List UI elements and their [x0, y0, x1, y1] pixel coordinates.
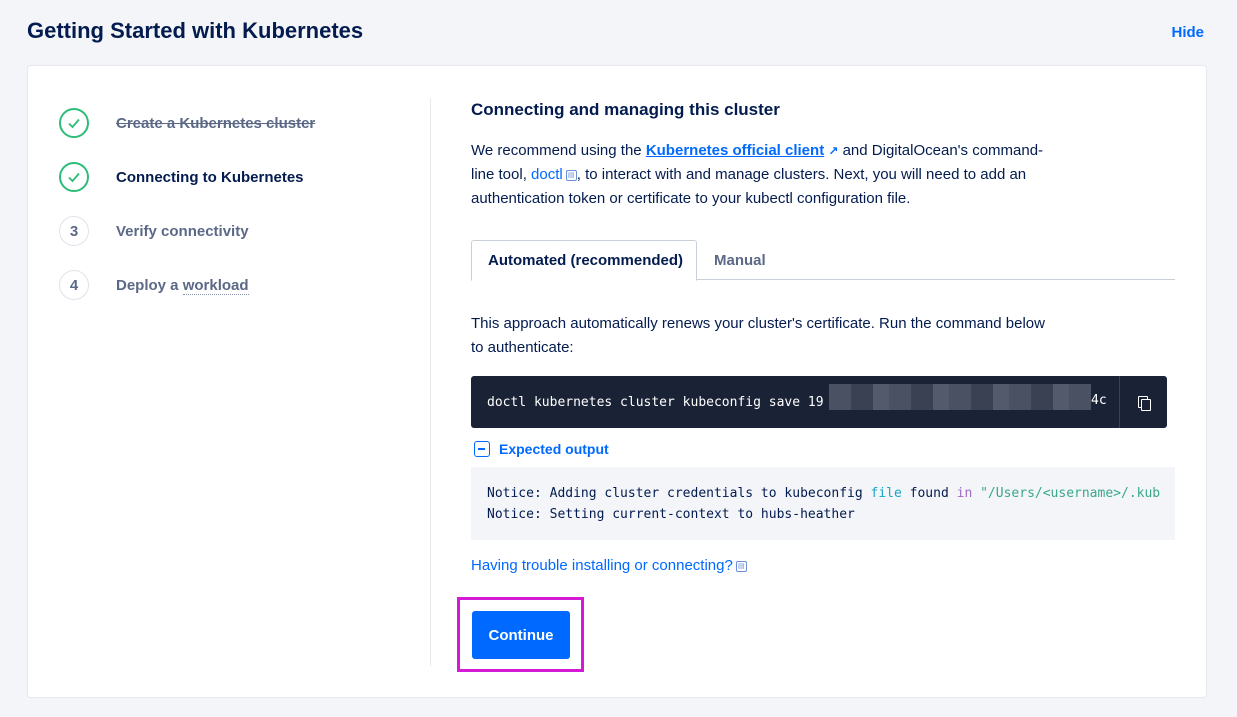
section-title: Connecting and managing this cluster: [471, 100, 780, 119]
copy-button[interactable]: [1119, 376, 1167, 428]
getting-started-card: Create a Kubernetes cluster Connecting t…: [27, 65, 1207, 698]
docs-icon: ▤: [735, 560, 747, 572]
expected-output-toggle[interactable]: Expected output: [474, 441, 609, 457]
output-line-2: Notice: Setting current-context to hubs-…: [487, 507, 855, 522]
step-number: 4: [59, 270, 89, 300]
command-text-tail: 4c: [1091, 393, 1107, 408]
intro-text: We recommend using the Kubernetes offici…: [471, 139, 1061, 211]
output-line-1: Notice: Adding cluster credentials to ku…: [487, 483, 1175, 504]
doctl-link[interactable]: doctl: [531, 166, 563, 183]
steps-list: Create a Kubernetes cluster Connecting t…: [59, 96, 419, 312]
continue-highlight: Continue: [457, 597, 584, 672]
redacted-cluster-id: [829, 384, 1091, 410]
output-text: found: [901, 486, 957, 501]
output-keyword: file: [870, 486, 902, 501]
copy-icon: [1137, 395, 1151, 411]
main-content: Connecting and managing this cluster We …: [457, 100, 1177, 672]
step-deploy[interactable]: 4 Deploy a workload: [59, 258, 419, 312]
collapse-icon: [474, 441, 490, 457]
step-label-part: Deploy a: [116, 276, 183, 294]
step-connecting[interactable]: Connecting to Kubernetes: [59, 150, 419, 204]
continue-button[interactable]: Continue: [472, 611, 570, 659]
page-title: Getting Started with Kubernetes: [27, 18, 364, 43]
trouble-link[interactable]: Having trouble installing or connecting?…: [471, 557, 747, 574]
workload-term[interactable]: workload: [182, 276, 249, 295]
step-verify[interactable]: 3 Verify connectivity: [59, 204, 419, 258]
command-box: doctl kubernetes cluster kubeconfig save…: [471, 376, 1167, 428]
step-number: 3: [59, 216, 89, 246]
output-text: Notice: Adding cluster credentials to ku…: [487, 486, 871, 501]
step-label: Connecting to Kubernetes: [116, 168, 304, 186]
approach-text: This approach automatically renews your …: [471, 315, 1045, 356]
docs-icon: ▤: [565, 169, 577, 181]
output-keyword: in: [956, 486, 973, 501]
trouble-link-text: Having trouble installing or connecting?: [471, 557, 733, 574]
step-create-cluster[interactable]: Create a Kubernetes cluster: [59, 96, 419, 150]
output-string: "/Users/<username>/.kub: [980, 486, 1161, 501]
tab-automated[interactable]: Automated (recommended): [471, 240, 697, 281]
checkmark-icon: [59, 108, 89, 138]
vertical-divider: [430, 98, 431, 666]
tab-manual[interactable]: Manual: [714, 240, 766, 280]
step-label: Deploy a workload: [116, 276, 249, 295]
external-link-icon: ↗: [828, 144, 839, 158]
expected-output-box: Notice: Adding cluster credentials to ku…: [471, 467, 1175, 540]
expected-output-label: Expected output: [499, 441, 609, 457]
step-label: Verify connectivity: [116, 222, 249, 240]
intro-part: We recommend using the: [471, 142, 646, 159]
command-text[interactable]: doctl kubernetes cluster kubeconfig save…: [487, 395, 824, 410]
step-label: Create a Kubernetes cluster: [116, 114, 316, 132]
kubernetes-client-link[interactable]: Kubernetes official client: [646, 142, 824, 159]
hide-link[interactable]: Hide: [1171, 24, 1204, 41]
auth-tabs: Automated (recommended) Manual: [471, 240, 1175, 281]
checkmark-icon: [59, 162, 89, 192]
